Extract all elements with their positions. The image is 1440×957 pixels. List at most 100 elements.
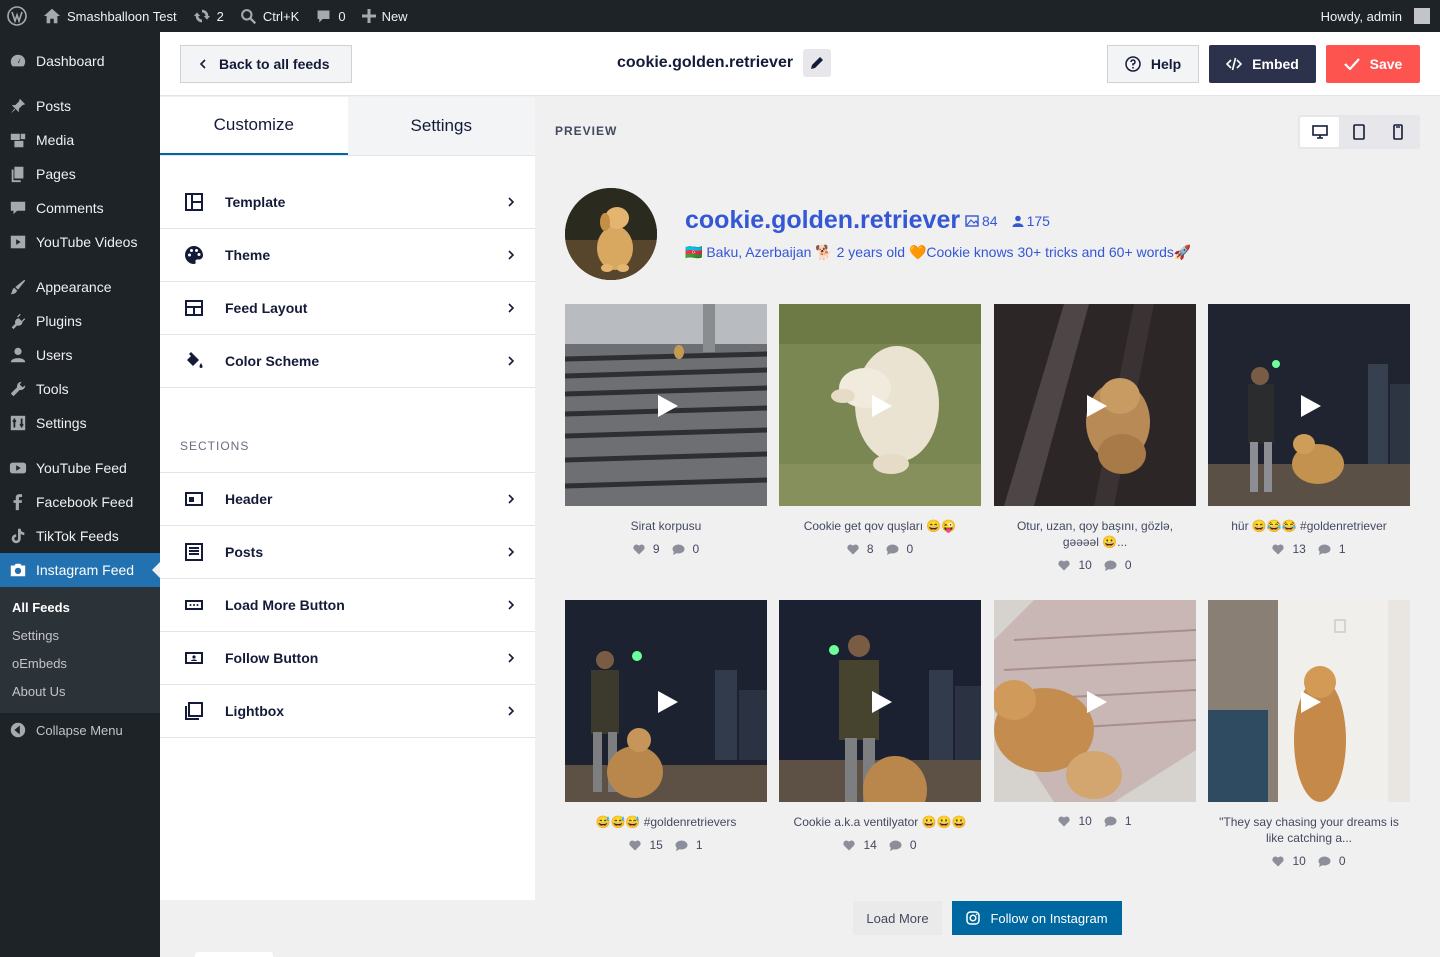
wordpress-logo-icon[interactable] — [0, 0, 35, 32]
post-thumbnail[interactable] — [1208, 600, 1410, 802]
command-search[interactable]: Ctrl+K — [232, 0, 307, 32]
menu-plugins[interactable]: Plugins — [0, 304, 160, 338]
post-comments: 0 — [886, 542, 913, 556]
menu-youtube-videos[interactable]: YouTube Videos — [0, 225, 160, 259]
feed-name: cookie.golden.retriever — [617, 54, 794, 71]
post-thumbnail[interactable] — [565, 304, 767, 506]
post-item[interactable]: Cookie a.k.a ventilyator 😀😀😀 14 0 — [779, 600, 981, 852]
menu-dashboard[interactable]: Dashboard — [0, 44, 160, 78]
back-to-feeds-button[interactable]: Back to all feeds — [180, 45, 352, 83]
menu-pages[interactable]: Pages — [0, 157, 160, 191]
load-more-button[interactable]: Load More — [853, 901, 942, 935]
embed-button[interactable]: Embed — [1209, 45, 1316, 83]
menu-comments[interactable]: Comments — [0, 191, 160, 225]
menu-instagram-feed[interactable]: Instagram Feed — [0, 553, 160, 587]
desktop-icon — [1311, 125, 1328, 139]
post-caption: "They say chasing your dreams is like ca… — [1219, 815, 1399, 845]
paint-bucket-icon — [187, 352, 203, 368]
row-theme[interactable]: Theme — [160, 229, 535, 282]
comments-count: 0 — [909, 838, 917, 852]
submenu-all-feeds[interactable]: All Feeds — [0, 593, 160, 621]
row-color-scheme[interactable]: Color Scheme — [160, 335, 535, 388]
post-item[interactable]: "They say chasing your dreams is like ca… — [1208, 600, 1410, 868]
menu-settings[interactable]: Settings — [0, 406, 160, 440]
follow-on-instagram-button[interactable]: Follow on Instagram — [952, 901, 1122, 935]
speech-bubble-icon — [1318, 544, 1331, 555]
home-icon — [43, 8, 61, 24]
play-icon — [1087, 395, 1107, 417]
submenu-settings[interactable]: Settings — [0, 621, 160, 649]
post-item[interactable]: 😅😅😅 #goldenretrievers 15 1 — [565, 600, 767, 852]
submenu-oembeds[interactable]: oEmbeds — [0, 649, 160, 677]
speech-bubble-icon — [675, 840, 688, 851]
comments-count: 1 — [695, 838, 703, 852]
updates-link[interactable]: 2 — [185, 0, 232, 32]
post-thumbnail[interactable] — [779, 600, 981, 802]
chevron-right-icon — [508, 356, 515, 366]
post-item[interactable]: Sirat korpusu 9 0 — [565, 304, 767, 556]
menu-label: Facebook Feed — [36, 494, 134, 510]
tablet-view-button[interactable] — [1339, 117, 1378, 147]
palette-icon — [185, 246, 203, 264]
menu-appearance[interactable]: Appearance — [0, 270, 160, 304]
collapse-icon — [10, 722, 26, 738]
row-lightbox[interactable]: Lightbox — [160, 685, 535, 738]
play-icon — [872, 395, 892, 417]
profile-username[interactable]: cookie.golden.retriever — [685, 206, 960, 235]
comments-count: 1 — [1124, 814, 1132, 828]
row-label: Lightbox — [225, 703, 285, 719]
site-name-link[interactable]: Smashballoon Test — [35, 0, 185, 32]
menu-facebook-feed[interactable]: Facebook Feed — [0, 485, 160, 519]
updates-count: 2 — [216, 8, 224, 24]
menu-tiktok-feeds[interactable]: TikTok Feeds — [0, 519, 160, 553]
menu-posts[interactable]: Posts — [0, 89, 160, 123]
post-item[interactable]: Otur, uzan, qoy başını, gözlə, gəəəəl 😀.… — [994, 304, 1196, 572]
heart-icon — [843, 840, 856, 850]
row-header[interactable]: Header — [160, 473, 535, 526]
row-feed-layout[interactable]: Feed Layout — [160, 282, 535, 335]
post-item[interactable]: 10 1 — [994, 600, 1196, 828]
image-icon — [965, 215, 979, 227]
play-icon — [658, 395, 678, 417]
tiktok-icon — [11, 528, 25, 544]
menu-label: Plugins — [36, 313, 82, 329]
profile-avatar[interactable] — [565, 188, 657, 280]
menu-users[interactable]: Users — [0, 338, 160, 372]
post-caption: hür 😄😂😂 #goldenretriever — [1231, 519, 1387, 533]
speech-bubble-icon — [1104, 816, 1117, 827]
row-follow-button[interactable]: Follow Button — [160, 632, 535, 685]
desktop-view-button[interactable] — [1300, 117, 1340, 147]
save-button[interactable]: Save — [1326, 45, 1420, 83]
edit-name-button[interactable] — [803, 49, 832, 77]
menu-label: Pages — [36, 166, 76, 182]
speech-bubble-icon — [889, 840, 902, 851]
mobile-view-button[interactable] — [1379, 117, 1418, 147]
menu-tools[interactable]: Tools — [0, 372, 160, 406]
post-thumbnail[interactable] — [994, 304, 1196, 506]
post-thumbnail[interactable] — [779, 304, 981, 506]
menu-youtube-feed[interactable]: YouTube Feed — [0, 451, 160, 485]
post-item[interactable]: Cookie get qov quşları 😄😜 8 0 — [779, 304, 981, 556]
tablet-icon — [1353, 124, 1365, 140]
avatar — [1414, 8, 1430, 24]
dashboard-icon — [10, 54, 26, 67]
row-load-more-button[interactable]: Load More Button — [160, 579, 535, 632]
new-content-link[interactable]: New — [354, 0, 416, 32]
play-icon — [1301, 395, 1321, 417]
help-button[interactable]: Help — [1107, 45, 1199, 83]
account-menu[interactable]: Howdy, admin — [1313, 0, 1440, 32]
submenu-about-us[interactable]: About Us — [0, 677, 160, 705]
post-item[interactable]: hür 😄😂😂 #goldenretriever 13 1 — [1208, 304, 1410, 556]
tab-customize[interactable]: Customize — [160, 97, 348, 155]
row-template[interactable]: Template — [160, 176, 535, 229]
tab-settings[interactable]: Settings — [348, 97, 536, 155]
post-thumbnail[interactable] — [1208, 304, 1410, 506]
collapse-menu-button[interactable]: Collapse Menu — [0, 713, 160, 747]
row-posts[interactable]: Posts — [160, 526, 535, 579]
comments-link[interactable]: 0 — [307, 0, 353, 32]
post-likes: 10 — [1272, 854, 1306, 868]
post-thumbnail[interactable] — [994, 600, 1196, 802]
device-switcher — [1298, 115, 1420, 149]
menu-media[interactable]: Media — [0, 123, 160, 157]
post-thumbnail[interactable] — [565, 600, 767, 802]
